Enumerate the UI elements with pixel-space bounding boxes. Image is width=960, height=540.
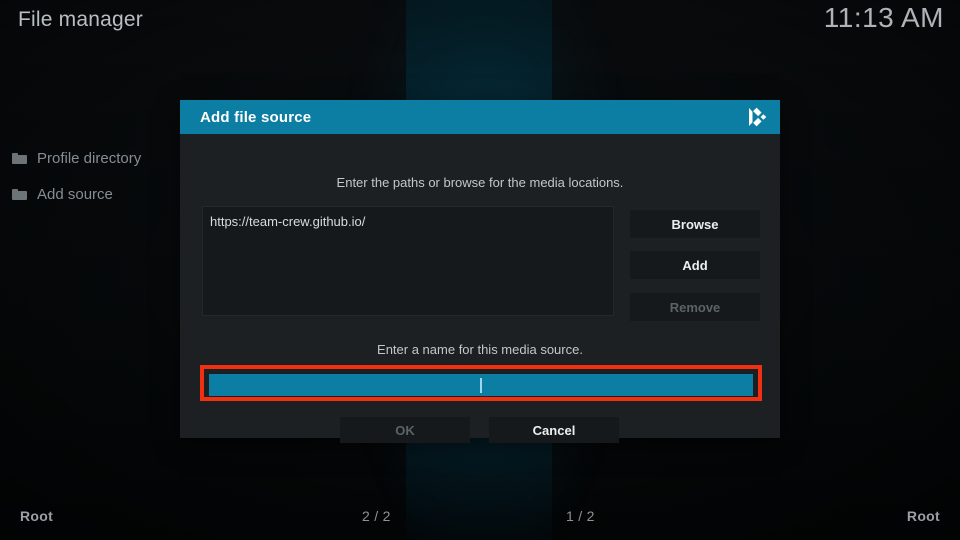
sidebar: Profile directory Add source (0, 140, 186, 212)
screen: File manager 11:13 AM Profile directory … (0, 0, 960, 540)
ok-button[interactable]: OK (340, 417, 470, 443)
add-button[interactable]: Add (630, 251, 760, 279)
sidebar-item-label: Profile directory (37, 149, 142, 167)
sidebar-item-profile-directory[interactable]: Profile directory (0, 140, 186, 176)
folder-icon (12, 188, 27, 200)
status-right-path: Root (906, 508, 940, 524)
add-file-source-dialog: Add file source Enter the paths or brows… (180, 100, 780, 443)
name-hint-text: Enter a name for this media source. (377, 342, 583, 357)
folder-icon (12, 152, 27, 164)
sidebar-item-label: Add source (37, 185, 113, 203)
status-left-count: 2 / 2 (362, 508, 391, 524)
list-item[interactable]: https://team-crew.github.io/ (203, 207, 613, 229)
top-bar: File manager 11:13 AM (0, 0, 960, 46)
status-bar: Root 2 / 2 1 / 2 Root (0, 498, 960, 540)
page-title: File manager (18, 8, 143, 31)
paths-hint-text: Enter the paths or browse for the media … (336, 175, 624, 190)
kodi-logo-icon (742, 103, 770, 131)
path-list-box[interactable]: https://team-crew.github.io/ (202, 206, 614, 316)
dialog-title: Add file source (200, 108, 312, 126)
media-source-name-input[interactable] (209, 374, 753, 396)
dialog-header: Add file source (180, 100, 780, 134)
status-right-count: 1 / 2 (566, 508, 595, 524)
status-left-path: Root (20, 508, 54, 524)
cancel-button[interactable]: Cancel (489, 417, 619, 443)
dialog-body: Enter the paths or browse for the media … (180, 134, 780, 443)
remove-button[interactable]: Remove (630, 293, 760, 321)
name-input-highlight (200, 365, 762, 401)
text-caret (480, 377, 482, 393)
browse-button[interactable]: Browse (630, 210, 760, 238)
clock: 11:13 AM (823, 2, 944, 33)
sidebar-item-add-source[interactable]: Add source (0, 176, 186, 212)
